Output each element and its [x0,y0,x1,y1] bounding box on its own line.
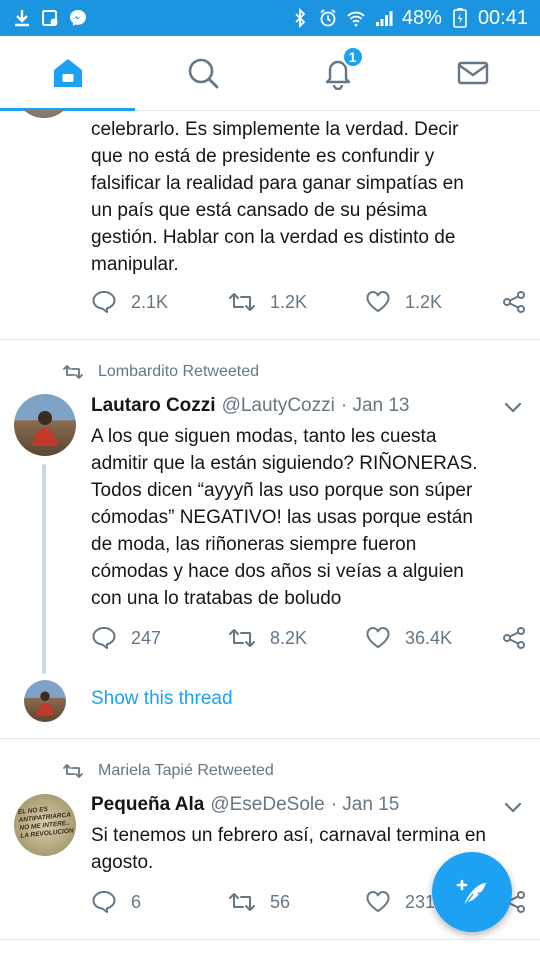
avatar[interactable] [14,394,76,456]
reply-count: 6 [131,891,142,912]
alarm-icon [318,8,338,28]
tweet-header: Lautaro Cozzi @LautyCozzi · Jan 13 [91,395,500,417]
like-count: 1.2K [405,291,443,312]
retweet-icon [229,293,255,311]
like-count: 36.4K [405,627,453,648]
thread-avatar[interactable] [24,680,66,722]
reply-icon [92,291,116,313]
reply-count: 247 [131,627,162,648]
divider [0,738,540,739]
divider [0,939,540,940]
share-button[interactable] [502,626,526,650]
heart-icon [366,891,390,912]
retweet-button[interactable]: 56 [228,891,365,913]
tweet-text: A los que siguen modas, tanto les cuesta… [91,426,478,609]
avatar[interactable]: EL NO ES ANTIPATRIARCA NO ME INTERE.. LA… [14,794,76,856]
heart-icon [366,627,390,648]
retweet-small-icon [63,365,83,379]
avatar[interactable] [14,110,74,118]
tweet-date: · Jan 15 [330,794,400,815]
share-icon [503,627,525,649]
reply-button[interactable]: 6 [91,890,228,914]
compose-tweet-button[interactable] [432,852,512,932]
retweeted-by-label: Lombardito Retweeted [98,363,259,380]
wifi-icon [346,8,366,28]
like-count: 231 [405,891,436,912]
tab-notifications[interactable]: 1 [270,36,405,110]
retweeted-by: Lombardito Retweeted [62,363,259,381]
retweet-button[interactable]: 1.2K [228,291,365,313]
share-icon [503,291,525,313]
tweet-text: celebrarlo. Es simplemente la verdad. De… [91,119,464,275]
tweet-date: · Jan 13 [340,395,410,416]
chevron-down-icon[interactable] [504,802,522,814]
reply-button[interactable]: 2.1K [91,290,228,314]
chevron-down-icon[interactable] [504,402,522,414]
reply-count: 2.1K [131,291,169,312]
tab-search[interactable] [135,36,270,110]
heart-icon [366,291,390,312]
divider [0,339,540,340]
tab-bar: 1 [0,36,540,111]
thread-line [42,464,46,674]
clock-time: 00:41 [477,6,528,29]
retweet-icon [229,629,255,647]
retweet-count: 1.2K [270,291,308,312]
retweeted-by: Mariela Tapié Retweeted [62,762,274,780]
show-thread-link[interactable]: Show this thread [91,688,233,710]
user-handle[interactable]: @LautyCozzi [222,395,335,417]
tab-home[interactable] [0,36,135,111]
timeline: celebrarlo. Es simplemente la verdad. De… [0,110,540,960]
user-handle[interactable]: @EseDeSole [210,794,324,816]
status-bar: 48% 00:41 [0,0,540,36]
tweet-header: Pequeña Ala @EseDeSole · Jan 15 [91,794,500,816]
retweet-icon [229,893,255,911]
retweet-count: 56 [270,891,291,912]
home-icon [53,59,82,87]
signal-icon [374,8,394,28]
reply-icon [92,627,116,649]
messenger-icon [68,8,88,28]
retweet-button[interactable]: 8.2K [228,627,365,649]
notification-app-icon [40,8,60,28]
avatar-sign-text: EL NO ES ANTIPATRIARCA NO ME INTERE.. LA… [17,805,75,840]
reply-icon [92,891,116,913]
share-button[interactable] [502,290,526,314]
reply-button[interactable]: 247 [91,626,228,650]
like-button[interactable]: 36.4K [365,626,502,650]
user-name[interactable]: Lautaro Cozzi [91,395,216,417]
tab-messages[interactable] [405,36,540,110]
tweet-actions: 247 8.2K 36.4K [91,623,540,653]
bluetooth-icon [290,8,310,28]
retweeted-by-label: Mariela Tapié Retweeted [98,762,274,779]
notification-badge: 1 [341,46,364,68]
battery-charging-icon [450,8,470,28]
like-button[interactable]: 1.2K [365,290,502,314]
user-name[interactable]: Pequeña Ala [91,794,204,816]
tweet-actions: 2.1K 1.2K 1.2K [91,287,540,317]
battery-percent: 48% [401,6,442,29]
retweet-count: 8.2K [270,627,308,648]
compose-feather-icon [456,879,486,907]
mail-icon [457,61,488,85]
search-icon [188,58,218,89]
download-icon [12,8,32,28]
retweet-small-icon [63,764,83,778]
